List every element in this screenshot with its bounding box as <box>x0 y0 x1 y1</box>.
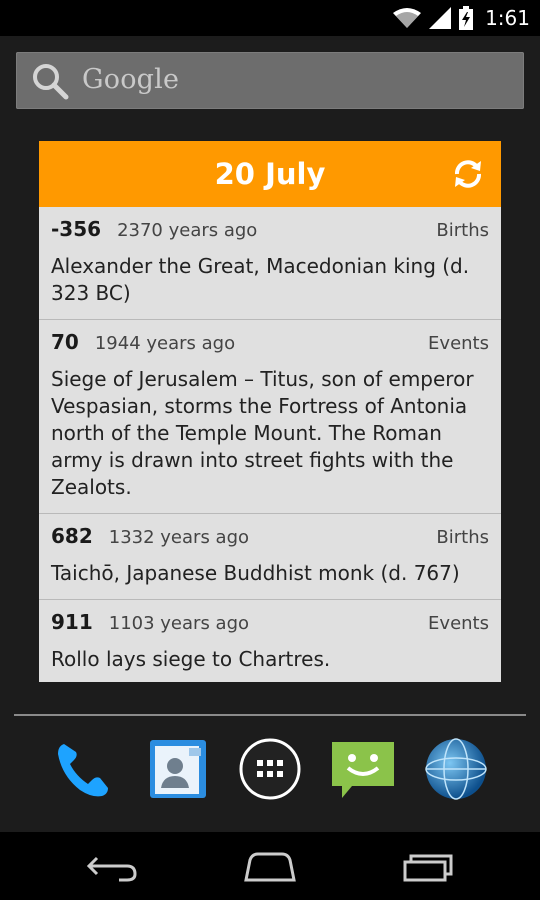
status-icons: 1:61 <box>393 4 530 32</box>
navigation-bar <box>0 832 540 900</box>
entry-text: Alexander the Great, Macedonian king (d.… <box>51 254 470 305</box>
entry-text: Siege of Jerusalem – Titus, son of emper… <box>51 367 474 499</box>
on-this-day-widget[interactable]: 20 July -356 2370 years ago Births Alexa… <box>39 141 501 682</box>
entry-header: 682 1332 years ago Births <box>51 524 489 554</box>
entry-years-ago: 1944 years ago <box>94 333 236 354</box>
entry-list[interactable]: -356 2370 years ago Births Alexander the… <box>39 207 501 682</box>
widget-header: 20 July <box>39 141 501 207</box>
entry-category: Births <box>436 220 489 241</box>
dock-divider <box>14 714 526 716</box>
entry-year: 911 <box>51 610 93 634</box>
search-bar[interactable]: Google <box>16 52 524 109</box>
home-icon[interactable] <box>240 850 300 884</box>
list-item[interactable]: 911 1103 years ago Events Rollo lays sie… <box>39 600 501 682</box>
app-drawer-icon[interactable] <box>237 736 303 802</box>
search-icon <box>33 64 69 100</box>
browser-icon[interactable] <box>423 736 489 802</box>
entry-text: Rollo lays siege to Chartres. <box>51 647 331 671</box>
list-item[interactable]: -356 2370 years ago Births Alexander the… <box>39 207 501 320</box>
home-screen: Google 20 July -356 2370 years ago Birth… <box>0 36 540 832</box>
status-time: 1:61 <box>485 6 530 30</box>
contacts-icon[interactable] <box>145 736 211 802</box>
entry-year: 70 <box>51 330 79 354</box>
entry-category: Births <box>436 527 489 548</box>
wifi-icon <box>393 8 422 28</box>
list-item[interactable]: 682 1332 years ago Births Taichō, Japane… <box>39 514 501 600</box>
dock <box>0 736 540 816</box>
list-item[interactable]: 70 1944 years ago Events Siege of Jerusa… <box>39 320 501 514</box>
entry-year: -356 <box>51 217 102 241</box>
battery-charging-icon <box>459 6 474 30</box>
entry-years-ago: 1332 years ago <box>108 527 250 548</box>
back-icon[interactable] <box>83 850 143 884</box>
signal-icon <box>429 7 452 29</box>
entry-year: 682 <box>51 524 93 548</box>
widget-date: 20 July <box>214 157 326 191</box>
refresh-icon[interactable] <box>451 157 485 191</box>
recent-apps-icon[interactable] <box>399 850 459 884</box>
entry-category: Events <box>428 333 489 354</box>
search-input[interactable]: Google <box>82 64 179 95</box>
entry-category: Events <box>428 613 489 634</box>
status-bar: 1:61 <box>0 0 540 36</box>
entry-years-ago: 1103 years ago <box>108 613 250 634</box>
entry-years-ago: 2370 years ago <box>117 220 258 241</box>
phone-icon[interactable] <box>50 736 116 802</box>
entry-text: Taichō, Japanese Buddhist monk (d. 767) <box>51 561 460 585</box>
entry-header: -356 2370 years ago Births <box>51 217 489 247</box>
entry-header: 70 1944 years ago Events <box>51 330 489 360</box>
messaging-icon[interactable] <box>330 736 396 802</box>
entry-header: 911 1103 years ago Events <box>51 610 489 640</box>
